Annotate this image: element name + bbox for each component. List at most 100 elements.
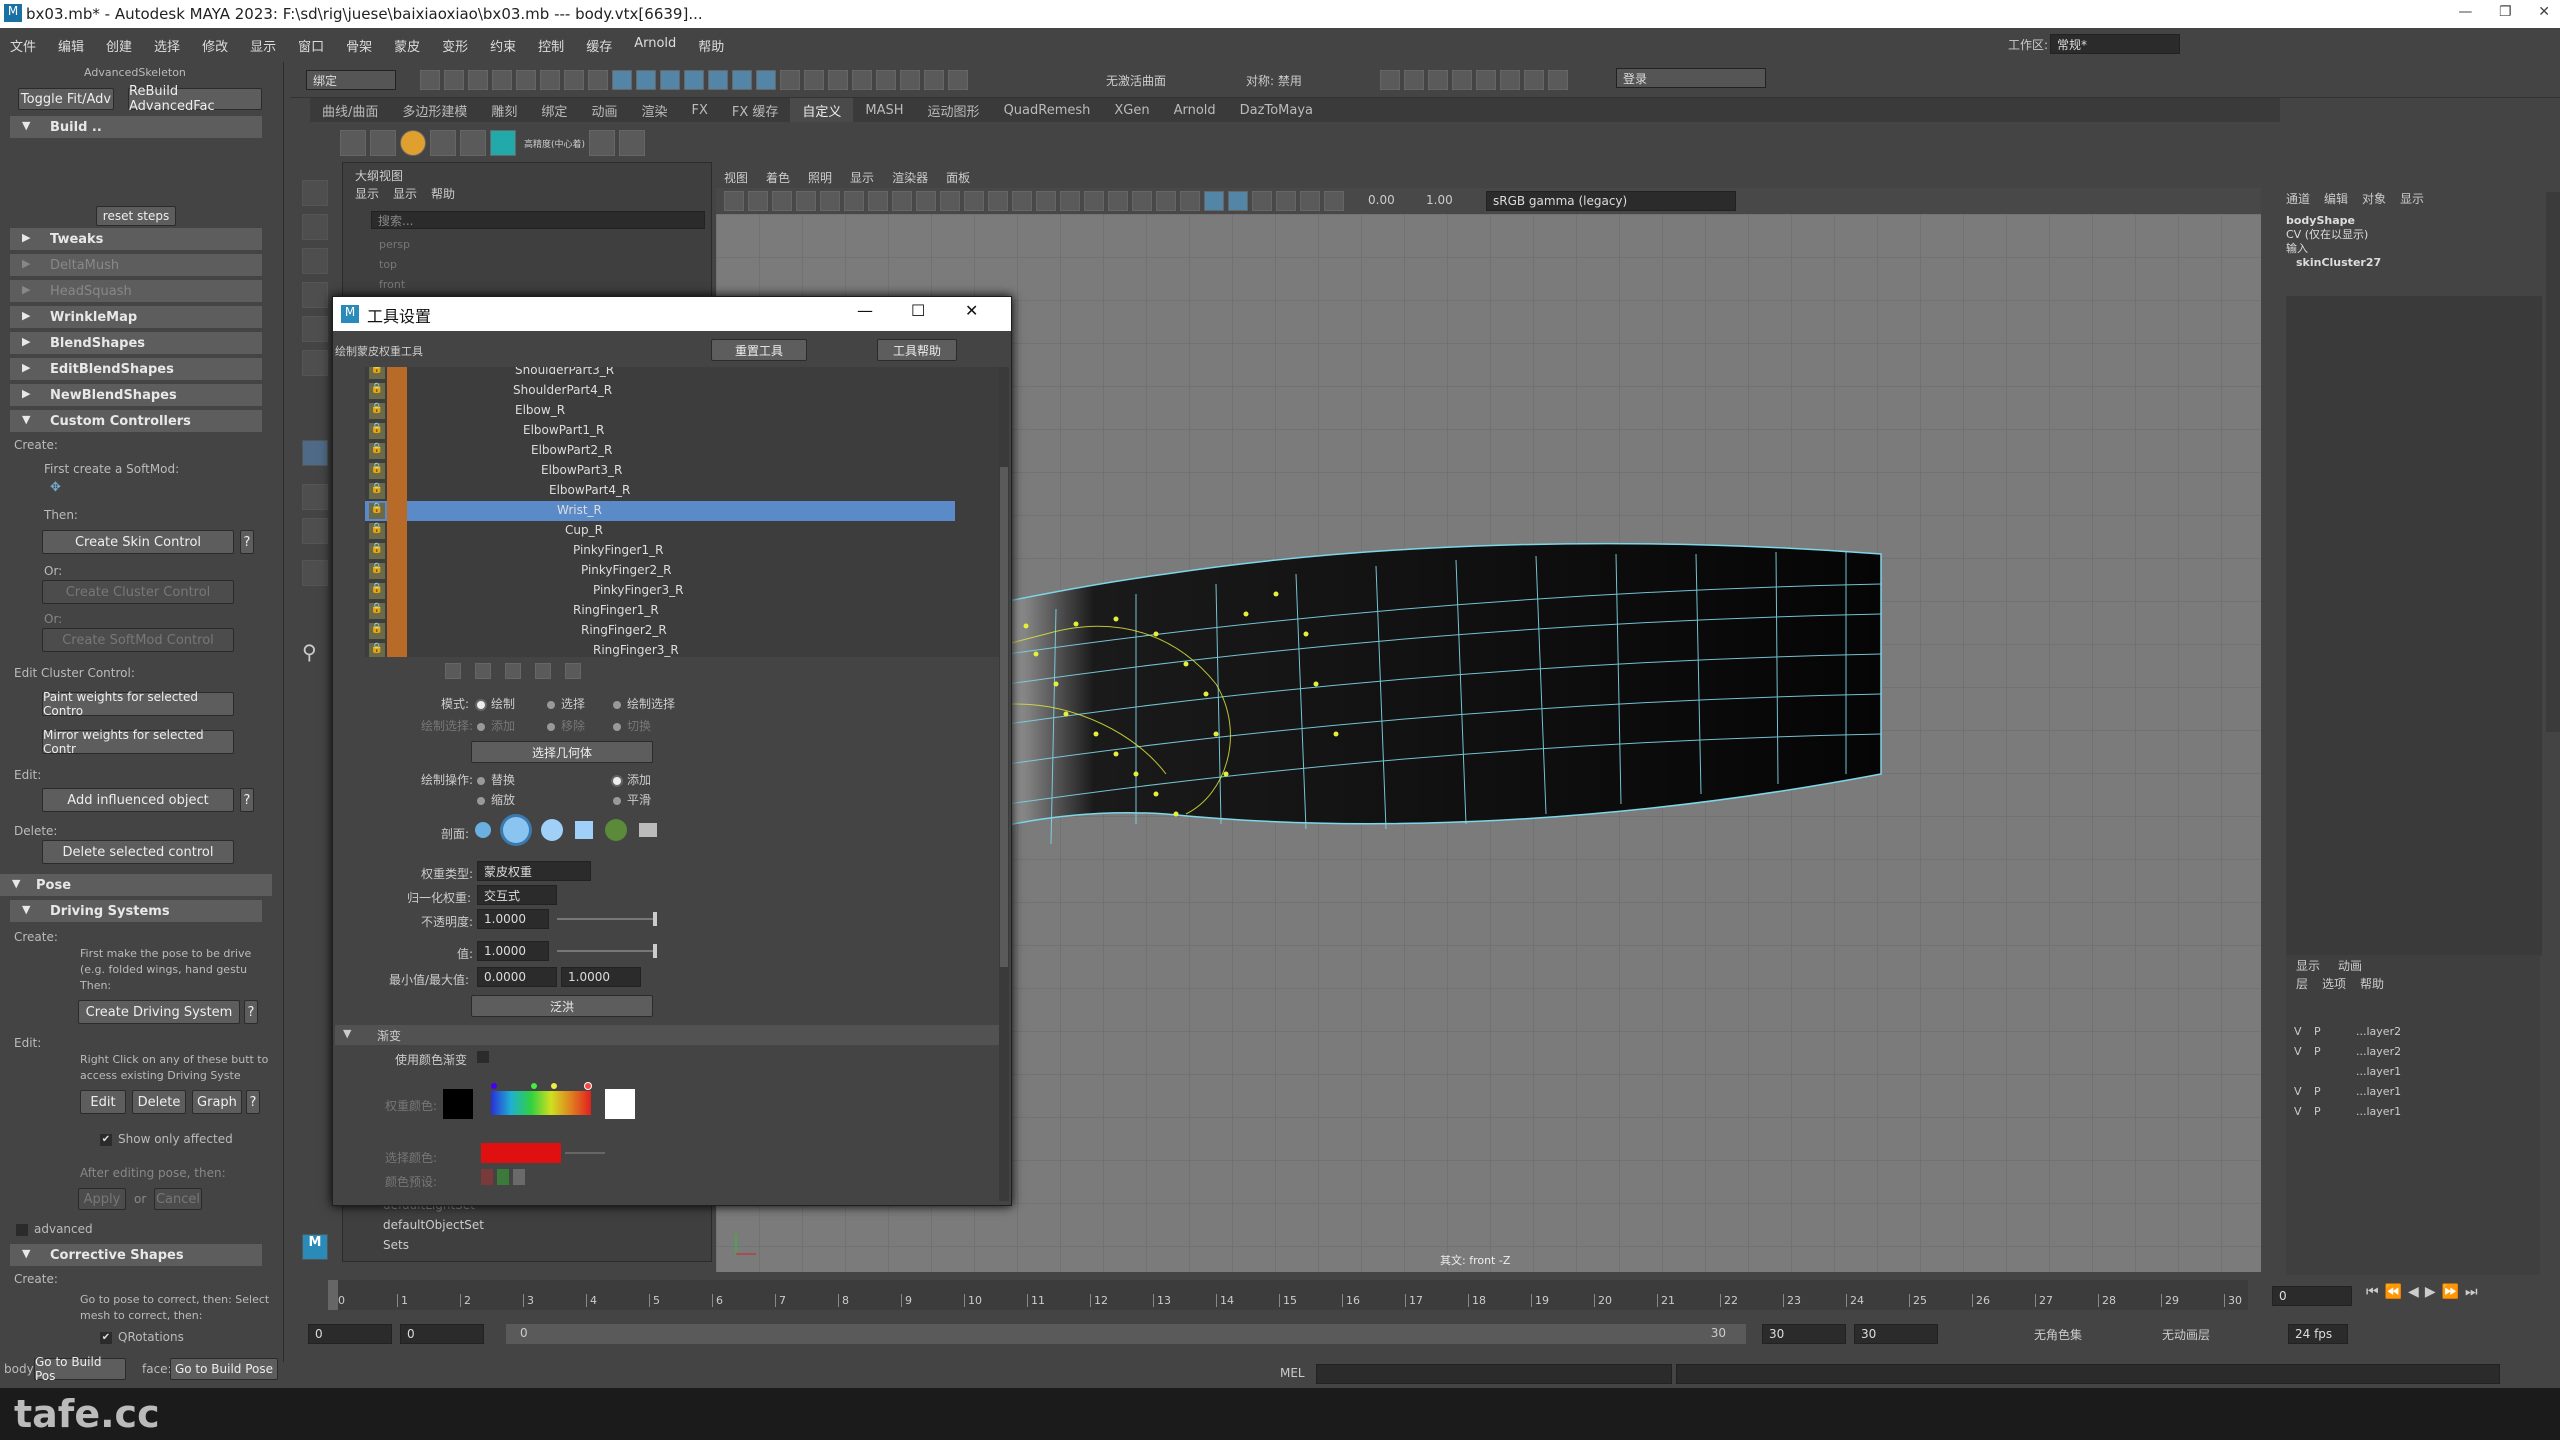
menu-item[interactable]: 选择 — [154, 36, 180, 55]
driving-delete-button[interactable]: Delete — [132, 1090, 186, 1114]
start-frame-input[interactable]: 0 — [308, 1324, 392, 1344]
paint-weights-button[interactable]: Paint weights for selected Contro — [42, 690, 234, 718]
shelf-icons[interactable]: 高精度(中心着) — [340, 130, 649, 156]
create-driving-system-button[interactable]: Create Driving System — [78, 1000, 240, 1024]
minimize-icon[interactable]: — — [857, 301, 873, 320]
outliner-item[interactable]: front — [379, 275, 410, 295]
shelf-tab[interactable]: 绑定 — [529, 98, 579, 123]
channel-box-menu[interactable]: 通道 编辑 对象 显示 — [2286, 190, 2424, 207]
tab-display[interactable]: 显示 — [2296, 957, 2320, 974]
viewport-menu-item[interactable]: 着色 — [766, 169, 790, 186]
range-slider-bar[interactable]: 0 30 — [506, 1324, 1746, 1344]
rebuild-button[interactable]: ReBuild AdvancedFac — [128, 84, 262, 114]
create-cluster-control-button[interactable]: Create Cluster Control — [42, 580, 234, 604]
layer-v[interactable]: V — [2294, 1105, 2302, 1118]
lock-icon[interactable]: 🔒 — [369, 463, 385, 479]
lock-icon[interactable]: 🔒 — [369, 503, 385, 519]
window-controls[interactable]: — ❐ ✕ — [2458, 4, 2550, 20]
workspace-select[interactable]: 常规* — [2050, 34, 2180, 54]
section-custom-controllers[interactable]: ▼ Custom Controllers — [10, 410, 262, 432]
dialog-title-bar[interactable]: M 工具设置 — ☐ ✕ — [333, 297, 1011, 331]
influence-color-swatch[interactable] — [387, 501, 407, 521]
help-button[interactable]: ? — [240, 788, 254, 812]
menu-item[interactable]: 编辑 — [58, 36, 84, 55]
select-tool-icon[interactable] — [302, 180, 328, 206]
create-skin-control-button[interactable]: Create Skin Control — [42, 530, 234, 554]
influence-row[interactable]: 🔒 PinkyFinger1_R — [365, 541, 955, 561]
shelf-tab[interactable]: 雕刻 — [479, 98, 529, 123]
section-headsquash[interactable]: ▶ HeadSquash — [10, 280, 262, 302]
reset-tool-button[interactable]: 重置工具 — [711, 339, 807, 361]
shelf-tab[interactable]: DazToMaya — [1228, 100, 1325, 121]
channel-menu-item[interactable]: 显示 — [2400, 190, 2424, 207]
layer-name[interactable]: ...layer1 — [2356, 1065, 2401, 1078]
layout-outliner-icon[interactable] — [302, 560, 328, 586]
section-newblendshapes[interactable]: ▶ NewBlendShapes — [10, 384, 262, 406]
influence-color-swatch[interactable] — [387, 601, 407, 621]
influence-row[interactable]: 🔒 PinkyFinger2_R — [365, 561, 955, 581]
influence-color-swatch[interactable] — [387, 441, 407, 461]
mode-select-radio[interactable]: 选择 — [547, 695, 585, 712]
lock-icon[interactable]: 🔒 — [369, 443, 385, 459]
color-ramp[interactable] — [491, 1083, 591, 1127]
paint-select-remove-radio[interactable]: 移除 — [547, 717, 585, 734]
weight-type-select[interactable]: 蒙皮权重 — [477, 861, 591, 881]
layout-four-icon[interactable] — [302, 484, 328, 510]
min-input[interactable]: 0.0000 — [477, 967, 557, 987]
layer-row[interactable]: V P ...layer1 — [2290, 1083, 2536, 1103]
lock-icon[interactable]: 🔒 — [369, 383, 385, 399]
viewport-menu-item[interactable]: 渲染器 — [892, 169, 928, 186]
viewport-toolbar-icons[interactable] — [724, 191, 1348, 211]
profile-square-icon[interactable] — [575, 821, 593, 839]
opacity-input[interactable]: 1.0000 — [477, 909, 549, 929]
outliner-search-input[interactable]: 搜索... — [371, 211, 705, 229]
advanced-checkbox[interactable] — [16, 1224, 28, 1236]
range-end-input[interactable]: 30 — [1762, 1324, 1846, 1344]
menu-item[interactable]: 创建 — [106, 36, 132, 55]
gradient-section[interactable]: ▼ 渐变 — [335, 1025, 999, 1045]
influence-color-swatch[interactable] — [387, 621, 407, 641]
influence-row[interactable]: 🔒 ElbowPart3_R — [365, 461, 955, 481]
mirror-weights-button[interactable]: Mirror weights for selected Contr — [42, 728, 234, 756]
layer-tabs[interactable]: 显示 动画 — [2296, 957, 2362, 974]
lock-icon[interactable]: 🔒 — [369, 603, 385, 619]
layer-p[interactable]: P — [2314, 1105, 2321, 1118]
outliner-menu-item[interactable]: 显示 — [393, 185, 417, 202]
shelf-tab[interactable]: 多边形建模 — [390, 98, 479, 123]
lock-icon[interactable]: 🔒 — [369, 623, 385, 639]
reset-steps-button[interactable]: reset steps — [96, 206, 176, 226]
shelf-tab[interactable]: 运动图形 — [916, 98, 992, 123]
tool-help-button[interactable]: 工具帮助 — [877, 339, 957, 361]
menu-item[interactable]: 显示 — [250, 36, 276, 55]
select-color-slider[interactable] — [565, 1152, 605, 1154]
outliner-camera-list[interactable]: persp top front — [379, 235, 410, 295]
lock-icon[interactable]: 🔒 — [369, 367, 385, 379]
driving-edit-button[interactable]: Edit — [80, 1090, 126, 1114]
menu-set-select[interactable]: 绑定 — [306, 70, 396, 90]
section-wrinklemap[interactable]: ▶ WrinkleMap — [10, 306, 262, 328]
search-icon[interactable]: ⚲ — [302, 640, 328, 666]
layer-row[interactable]: V P ...layer1 — [2290, 1103, 2536, 1123]
add-influenced-button[interactable]: Add influenced object — [42, 788, 234, 812]
maya-home-icon[interactable]: M — [302, 1234, 328, 1260]
layer-v[interactable]: V — [2294, 1085, 2302, 1098]
select-geometry-button[interactable]: 选择几何体 — [471, 741, 653, 763]
section-corrective-shapes[interactable]: ▼ Corrective Shapes — [10, 1244, 262, 1266]
use-color-ramp-checkbox[interactable] — [477, 1051, 489, 1063]
select-color-swatch[interactable] — [481, 1143, 561, 1163]
profile-solid-icon[interactable] — [541, 819, 563, 841]
influence-row[interactable]: 🔒 ElbowPart1_R — [365, 421, 955, 441]
fps-select[interactable]: 24 fps — [2288, 1324, 2348, 1344]
lock-icon[interactable]: 🔒 — [369, 543, 385, 559]
profile-soft-icon[interactable] — [503, 817, 529, 843]
outliner-menu-item[interactable]: 帮助 — [431, 185, 455, 202]
current-frame-input[interactable]: 0 — [2272, 1286, 2352, 1306]
driving-graph-button[interactable]: Graph — [192, 1090, 242, 1114]
menu-item[interactable]: 窗口 — [298, 36, 324, 55]
lock-icon[interactable]: 🔒 — [369, 563, 385, 579]
lock-icon[interactable]: 🔒 — [369, 423, 385, 439]
layer-name[interactable]: ...layer2 — [2356, 1045, 2401, 1058]
value-slider[interactable] — [557, 944, 657, 958]
outliner-menu-item[interactable]: 显示 — [355, 185, 379, 202]
layer-menu[interactable]: 层 选项 帮助 — [2296, 975, 2384, 992]
